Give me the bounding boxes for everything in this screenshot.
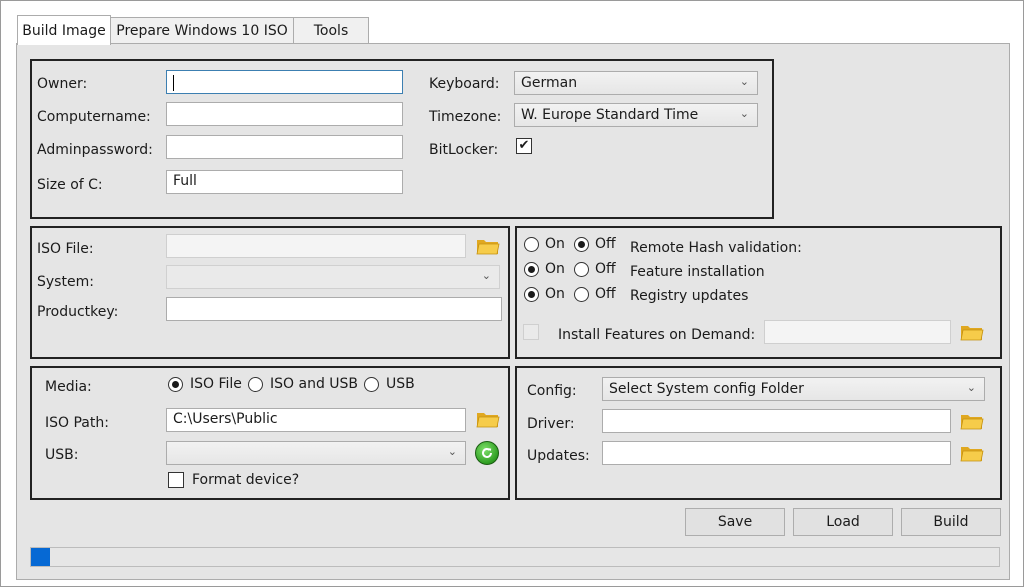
owner-input[interactable] [166,70,403,94]
bitlocker-checkbox[interactable]: ✔ [516,138,532,154]
registry-updates-label: Registry updates [630,288,749,304]
usb-label: USB: [45,447,79,463]
usb-select[interactable]: ⌄ [166,441,466,465]
driver-label: Driver: [527,416,575,432]
registry-updates-off-radio[interactable] [574,287,589,302]
save-button[interactable]: Save [685,508,785,536]
owner-label: Owner: [37,76,88,92]
bitlocker-label: BitLocker: [429,142,499,158]
media-usb-radio[interactable] [364,377,379,392]
install-fod-input[interactable] [764,320,951,344]
iso-file-label: ISO File: [37,241,94,257]
off-label: Off [595,261,616,277]
tab-build-image-label: Build Image [22,22,106,39]
timezone-select[interactable]: W. Europe Standard Time ⌄ [514,103,758,127]
on-label: On [545,286,565,302]
folder-open-icon[interactable] [960,323,984,341]
media-iso-and-usb-label: ISO and USB [270,376,359,392]
chevron-down-icon: ⌄ [481,269,491,282]
build-button[interactable]: Build [901,508,1001,536]
remote-hash-on-radio[interactable] [524,237,539,252]
install-fod-checkbox[interactable] [523,324,539,340]
tab-prepare-windows-10-iso[interactable]: Prepare Windows 10 ISO [110,17,294,43]
system-label: System: [37,274,94,290]
updates-input[interactable] [602,441,951,465]
load-button[interactable]: Load [793,508,893,536]
media-iso-and-usb-radio[interactable] [248,377,263,392]
feature-installation-on-radio[interactable] [524,262,539,277]
size-of-c-label: Size of C: [37,177,103,193]
remote-hash-label: Remote Hash validation: [630,240,802,256]
iso-path-input[interactable]: C:\Users\Public [166,408,466,432]
productkey-label: Productkey: [37,304,119,320]
remote-hash-off-radio[interactable] [574,237,589,252]
adminpassword-label: Adminpassword: [37,142,153,158]
productkey-input[interactable] [166,297,502,321]
iso-file-input[interactable] [166,234,466,258]
off-label: Off [595,286,616,302]
chevron-down-icon: ⌄ [739,107,749,120]
text-caret [173,75,174,91]
install-fod-label: Install Features on Demand: [558,327,756,343]
progress-bar [30,547,1000,567]
adminpassword-input[interactable] [166,135,403,159]
on-label: On [545,236,565,252]
folder-open-icon[interactable] [960,444,984,462]
keyboard-label: Keyboard: [429,76,500,92]
media-usb-label: USB [386,376,415,392]
chevron-down-icon: ⌄ [966,381,976,394]
config-label: Config: [527,383,577,399]
refresh-icon[interactable] [475,441,499,465]
folder-open-icon[interactable] [476,410,500,428]
feature-installation-off-radio[interactable] [574,262,589,277]
folder-open-icon[interactable] [960,412,984,430]
folder-open-icon[interactable] [476,237,500,255]
media-iso-file-radio[interactable] [168,377,183,392]
media-label: Media: [45,379,92,395]
on-label: On [545,261,565,277]
format-device-checkbox[interactable] [168,472,184,488]
computername-label: Computername: [37,109,151,125]
timezone-label: Timezone: [429,109,502,125]
tab-tools-label: Tools [313,22,349,39]
updates-label: Updates: [527,448,590,464]
media-iso-file-label: ISO File [190,376,242,392]
iso-path-label: ISO Path: [45,415,109,431]
chevron-down-icon: ⌄ [447,445,457,458]
config-select[interactable]: Select System config Folder ⌄ [602,377,985,401]
feature-installation-label: Feature installation [630,264,765,280]
chevron-down-icon: ⌄ [739,75,749,88]
tab-tools[interactable]: Tools [293,17,369,43]
size-of-c-input[interactable]: Full [166,170,403,194]
off-label: Off [595,236,616,252]
registry-updates-on-radio[interactable] [524,287,539,302]
tab-prepare-label: Prepare Windows 10 ISO [116,22,288,39]
computername-input[interactable] [166,102,403,126]
driver-input[interactable] [602,409,951,433]
format-device-label: Format device? [192,472,300,488]
tab-build-image[interactable]: Build Image [17,15,111,45]
checkmark-icon: ✔ [518,138,530,153]
system-select[interactable]: ⌄ [166,265,500,289]
keyboard-select[interactable]: German ⌄ [514,71,758,95]
progress-fill [31,548,51,566]
